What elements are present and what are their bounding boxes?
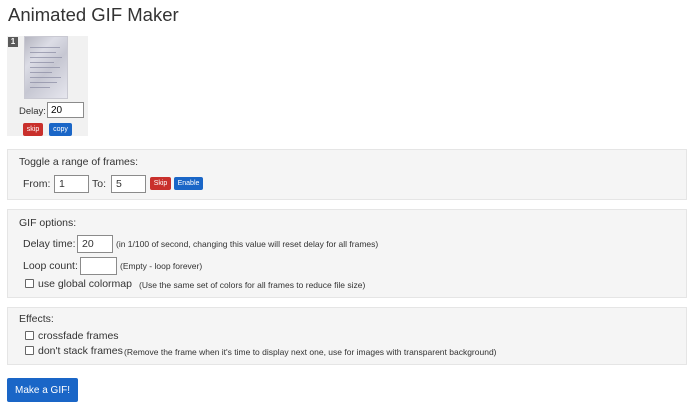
effects-heading: Effects: <box>19 313 54 325</box>
delay-time-input[interactable] <box>77 235 113 253</box>
range-skip-button[interactable]: Skip <box>150 177 171 190</box>
loop-count-note: (Empty - loop forever) <box>120 261 203 271</box>
global-colormap-label: use global colormap <box>38 278 132 290</box>
frame-thumbnail[interactable] <box>24 36 68 99</box>
frame-delay-label: Delay: <box>19 106 46 117</box>
gif-options-panel: GIF options: Delay time: (in 1/100 of se… <box>7 209 687 298</box>
gif-options-heading: GIF options: <box>19 217 77 229</box>
frame-copy-button[interactable]: copy <box>49 123 72 136</box>
make-gif-button[interactable]: Make a GIF! <box>7 378 78 402</box>
range-from-input[interactable] <box>54 175 89 193</box>
dont-stack-note: (Remove the frame when it's time to disp… <box>124 347 497 357</box>
frame-card: 1 Delay: skip copy <box>7 36 88 136</box>
dont-stack-checkbox[interactable] <box>25 346 34 355</box>
global-colormap-note: (Use the same set of colors for all fram… <box>139 280 366 290</box>
effects-panel: Effects: crossfade frames don't stack fr… <box>7 307 687 365</box>
range-enable-button[interactable]: Enable <box>174 177 203 190</box>
frame-skip-button[interactable]: skip <box>23 123 43 136</box>
loop-count-label: Loop count: <box>23 260 78 272</box>
page-title: Animated GIF Maker <box>8 4 179 25</box>
frame-number-badge: 1 <box>8 37 18 47</box>
toggle-range-panel: Toggle a range of frames: From: To: Skip… <box>7 149 687 200</box>
crossfade-label: crossfade frames <box>38 330 119 342</box>
global-colormap-checkbox[interactable] <box>25 279 34 288</box>
dont-stack-label: don't stack frames <box>38 345 123 357</box>
crossfade-checkbox[interactable] <box>25 331 34 340</box>
range-from-label: From: <box>23 178 51 190</box>
toggle-range-heading: Toggle a range of frames: <box>19 156 139 168</box>
range-to-input[interactable] <box>111 175 146 193</box>
range-to-label: To: <box>92 178 107 190</box>
frame-delay-input[interactable] <box>47 102 84 118</box>
delay-time-label: Delay time: <box>23 238 76 250</box>
delay-time-note: (in 1/100 of second, changing this value… <box>116 239 379 249</box>
loop-count-input[interactable] <box>80 257 117 275</box>
